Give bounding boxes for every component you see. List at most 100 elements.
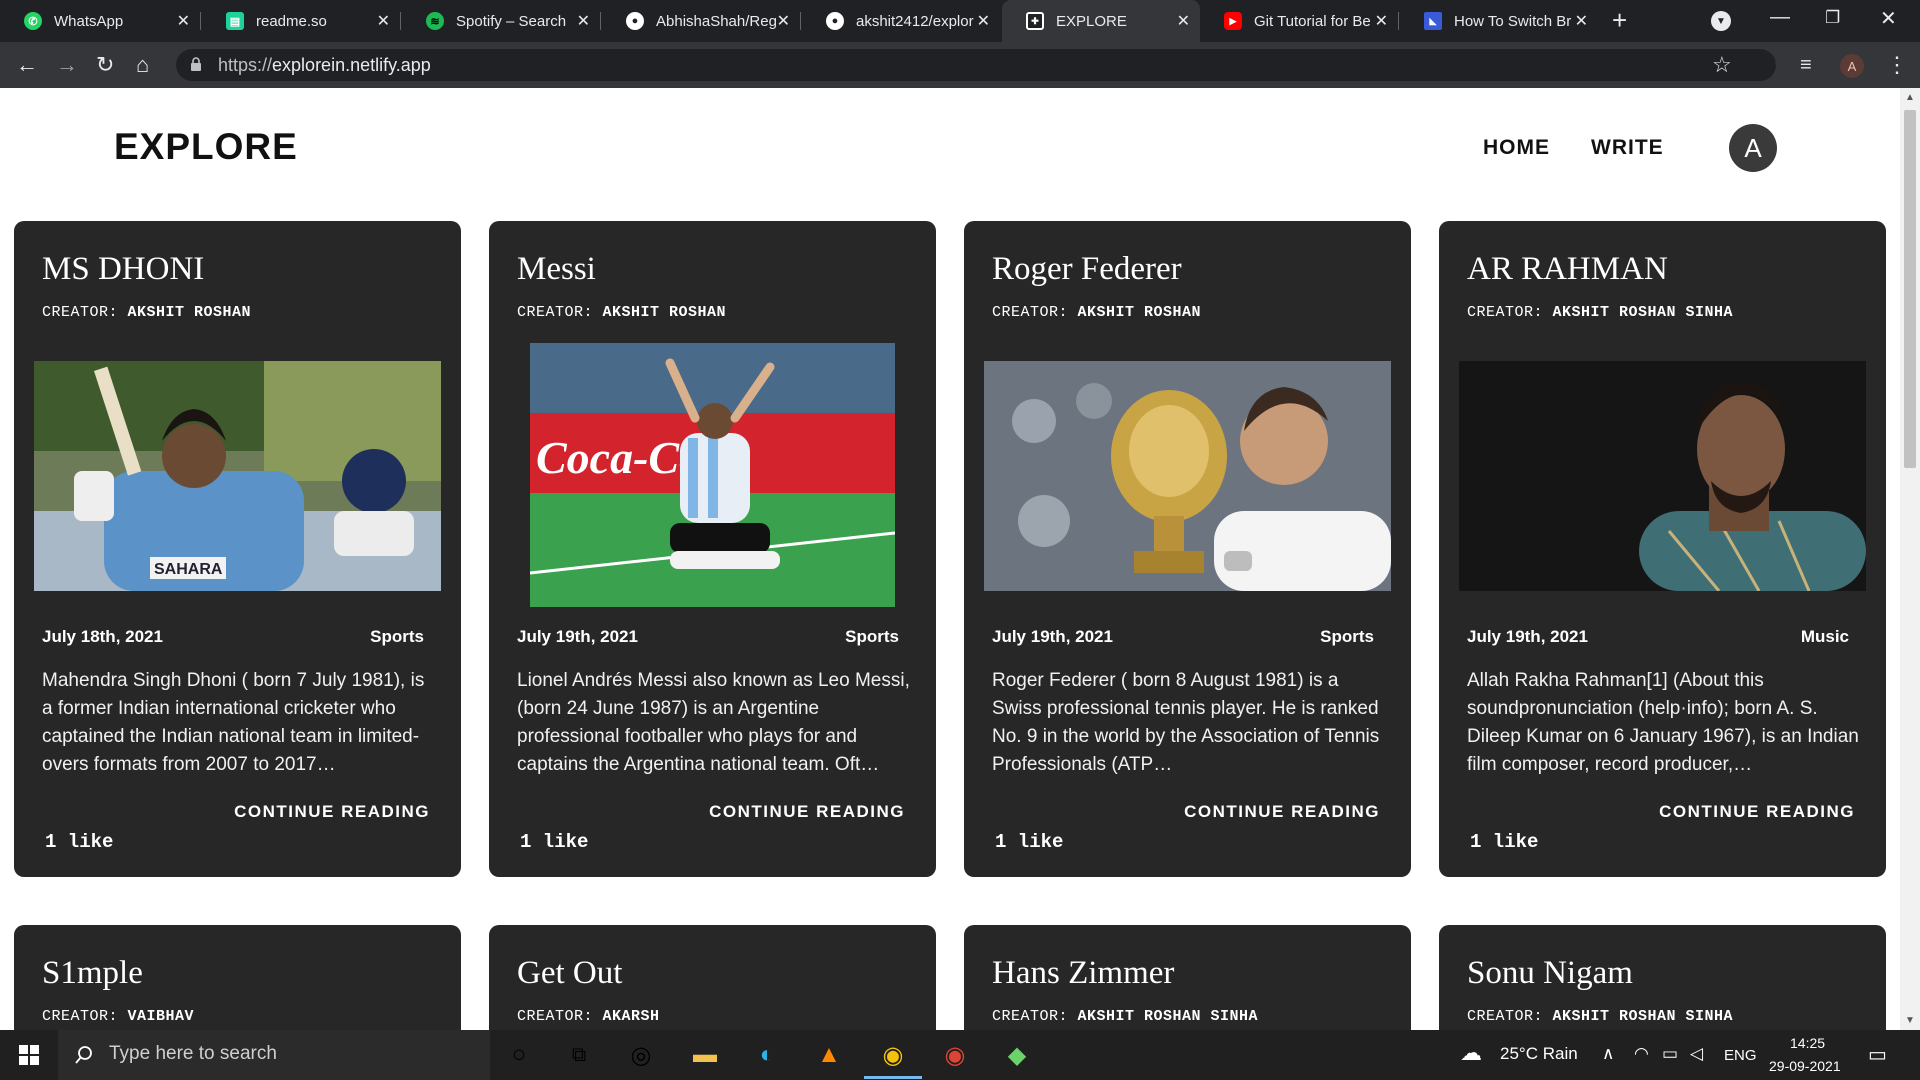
post-title: Sonu Nigam xyxy=(1467,955,1633,991)
scroll-up-icon[interactable]: ▲ xyxy=(1905,92,1915,103)
edge-icon[interactable]: ◐ xyxy=(750,1038,784,1072)
site-brand[interactable]: EXPLORE xyxy=(114,126,298,168)
volume-icon[interactable]: ◁ xyxy=(1690,1044,1703,1064)
nav-write[interactable]: WRITE xyxy=(1591,136,1664,160)
close-icon[interactable]: ✕ xyxy=(177,11,190,31)
clock-time[interactable]: 14:25 xyxy=(1790,1035,1825,1051)
windows-start-icon[interactable] xyxy=(19,1045,39,1065)
post-creator: CREATOR: AKSHIT ROSHAN xyxy=(992,304,1201,321)
post-category[interactable]: Sports xyxy=(1320,627,1374,647)
new-tab-icon[interactable]: + xyxy=(1612,5,1627,36)
scroll-down-icon[interactable]: ▼ xyxy=(1905,1015,1915,1026)
close-icon[interactable]: ✕ xyxy=(1177,11,1190,31)
close-icon[interactable]: ✕ xyxy=(577,11,590,31)
close-icon[interactable]: ✕ xyxy=(777,11,790,31)
scrollbar-thumb[interactable] xyxy=(1904,110,1916,468)
like-count[interactable]: 1 like xyxy=(1470,831,1538,853)
post-title: AR RAHMAN xyxy=(1467,251,1668,287)
post-excerpt: Lionel Andrés Messi also known as Leo Me… xyxy=(517,670,910,775)
close-icon[interactable]: ✕ xyxy=(977,11,990,31)
creator-prefix: CREATOR: xyxy=(42,304,119,321)
reading-list-icon[interactable]: ≡ xyxy=(1800,52,1812,78)
creator-name: AKSHIT ROSHAN SINHA xyxy=(1077,1008,1259,1025)
cortana-icon[interactable]: ○ xyxy=(502,1038,536,1072)
tab-label: How To Switch Br xyxy=(1454,12,1572,30)
post-creator: CREATOR: AKSHIT ROSHAN SINHA xyxy=(1467,1008,1733,1025)
weather-text[interactable]: 25°C Rain xyxy=(1500,1044,1578,1064)
creator-name: AKSHIT ROSHAN xyxy=(602,304,727,321)
like-count[interactable]: 1 like xyxy=(45,831,113,853)
tab-label: readme.so xyxy=(256,12,327,30)
url-text[interactable]: https://explorein.netlify.app xyxy=(218,55,431,76)
tab-label: AbhishaShah/Reg xyxy=(656,12,776,30)
post-category[interactable]: Sports xyxy=(845,627,899,647)
minimize-icon[interactable]: — xyxy=(1770,6,1790,29)
vlc-icon[interactable]: ▲ xyxy=(812,1038,846,1072)
user-avatar[interactable]: A xyxy=(1729,124,1777,172)
post-image xyxy=(1459,361,1866,591)
tab-spotify[interactable]: ≋ Spotify – Search ✕ xyxy=(402,0,600,42)
tab-youtube[interactable]: ▶ Git Tutorial for Be ✕ xyxy=(1200,0,1398,42)
battery-icon[interactable]: ▭ xyxy=(1662,1044,1678,1064)
close-icon[interactable]: ✕ xyxy=(1575,11,1588,31)
continue-reading-button[interactable]: CONTINUE READING xyxy=(1659,802,1855,822)
post-card: Get Out CREATOR: AKARSH xyxy=(489,925,936,1030)
post-image: Coca-Cola xyxy=(530,343,895,607)
task-view-icon[interactable]: ⧉ xyxy=(562,1038,596,1072)
language-indicator[interactable]: ENG xyxy=(1724,1047,1757,1064)
forward-icon[interactable]: → xyxy=(56,52,78,78)
taskbar-search-placeholder: Type here to search xyxy=(109,1043,277,1064)
continue-reading-button[interactable]: CONTINUE READING xyxy=(234,802,430,822)
post-date: July 19th, 2021 xyxy=(1467,627,1588,646)
post-title: Hans Zimmer xyxy=(992,955,1175,991)
like-count[interactable]: 1 like xyxy=(995,831,1063,853)
chrome-profile-icon[interactable]: ◉ xyxy=(938,1038,972,1072)
restore-icon[interactable]: ❐ xyxy=(1825,8,1840,28)
app-diamond-icon[interactable]: ◆ xyxy=(1000,1038,1034,1072)
menu-icon[interactable]: ⋮ xyxy=(1886,52,1908,78)
post-creator: CREATOR: AKSHIT ROSHAN xyxy=(517,304,726,321)
creator-prefix: CREATOR: xyxy=(1467,1008,1544,1025)
lock-icon xyxy=(191,57,201,71)
tab-whatsapp[interactable]: ✆ WhatsApp ✕ xyxy=(0,0,200,42)
close-icon[interactable]: ✕ xyxy=(1375,11,1388,31)
creator-name: AKARSH xyxy=(602,1008,660,1025)
clock-date[interactable]: 29-09-2021 xyxy=(1769,1058,1841,1074)
like-count[interactable]: 1 like xyxy=(520,831,588,853)
tray-chevron-icon[interactable]: ∧ xyxy=(1602,1044,1614,1064)
close-icon[interactable]: ✕ xyxy=(377,11,390,31)
file-explorer-icon[interactable]: ▬ xyxy=(688,1038,722,1072)
post-card: Sonu Nigam CREATOR: AKSHIT ROSHAN SINHA xyxy=(1439,925,1886,1030)
tab-switch-branch[interactable]: ◣ How To Switch Br ✕ xyxy=(1400,0,1598,42)
post-image xyxy=(984,361,1391,591)
creator-prefix: CREATOR: xyxy=(517,304,594,321)
continue-reading-button[interactable]: CONTINUE READING xyxy=(709,802,905,822)
obs-icon[interactable]: ◎ xyxy=(624,1038,658,1072)
post-creator: CREATOR: AKSHIT ROSHAN SINHA xyxy=(992,1008,1258,1025)
tab-readme[interactable]: ▤ readme.so ✕ xyxy=(202,0,400,42)
post-category[interactable]: Sports xyxy=(370,627,424,647)
home-icon[interactable]: ⌂ xyxy=(136,52,149,78)
bookmark-star-icon[interactable]: ☆ xyxy=(1712,52,1732,78)
notification-icon[interactable]: ▭ xyxy=(1868,1042,1887,1067)
back-icon[interactable]: ← xyxy=(16,52,38,78)
weather-icon[interactable]: ☁ xyxy=(1460,1040,1482,1066)
post-category[interactable]: Music xyxy=(1801,627,1849,647)
tab-github-explore[interactable]: ● akshit2412/explor ✕ xyxy=(802,0,1000,42)
continue-reading-button[interactable]: CONTINUE READING xyxy=(1184,802,1380,822)
post-date: July 19th, 2021 xyxy=(517,627,638,646)
nav-home[interactable]: HOME xyxy=(1483,136,1550,160)
tab-github-reg[interactable]: ● AbhishaShah/Reg ✕ xyxy=(602,0,800,42)
tab-search-icon[interactable]: ▼ xyxy=(1711,11,1731,31)
search-icon xyxy=(75,1046,92,1064)
chrome-icon[interactable]: ◉ xyxy=(876,1038,910,1072)
tab-explore[interactable]: ✚ EXPLORE ✕ xyxy=(1002,0,1200,42)
window-close-icon[interactable]: ✕ xyxy=(1880,6,1897,31)
profile-avatar[interactable]: A xyxy=(1840,54,1864,78)
tab-label: akshit2412/explor xyxy=(856,12,974,30)
wifi-icon[interactable]: ◠ xyxy=(1634,1044,1649,1064)
explore-icon: ✚ xyxy=(1026,12,1044,30)
reload-icon[interactable]: ↻ xyxy=(96,52,114,78)
post-card: Messi CREATOR: AKSHIT ROSHAN Coca-Cola J… xyxy=(489,221,936,877)
post-card: Roger Federer CREATOR: AKSHIT ROSHAN Jul… xyxy=(964,221,1411,877)
